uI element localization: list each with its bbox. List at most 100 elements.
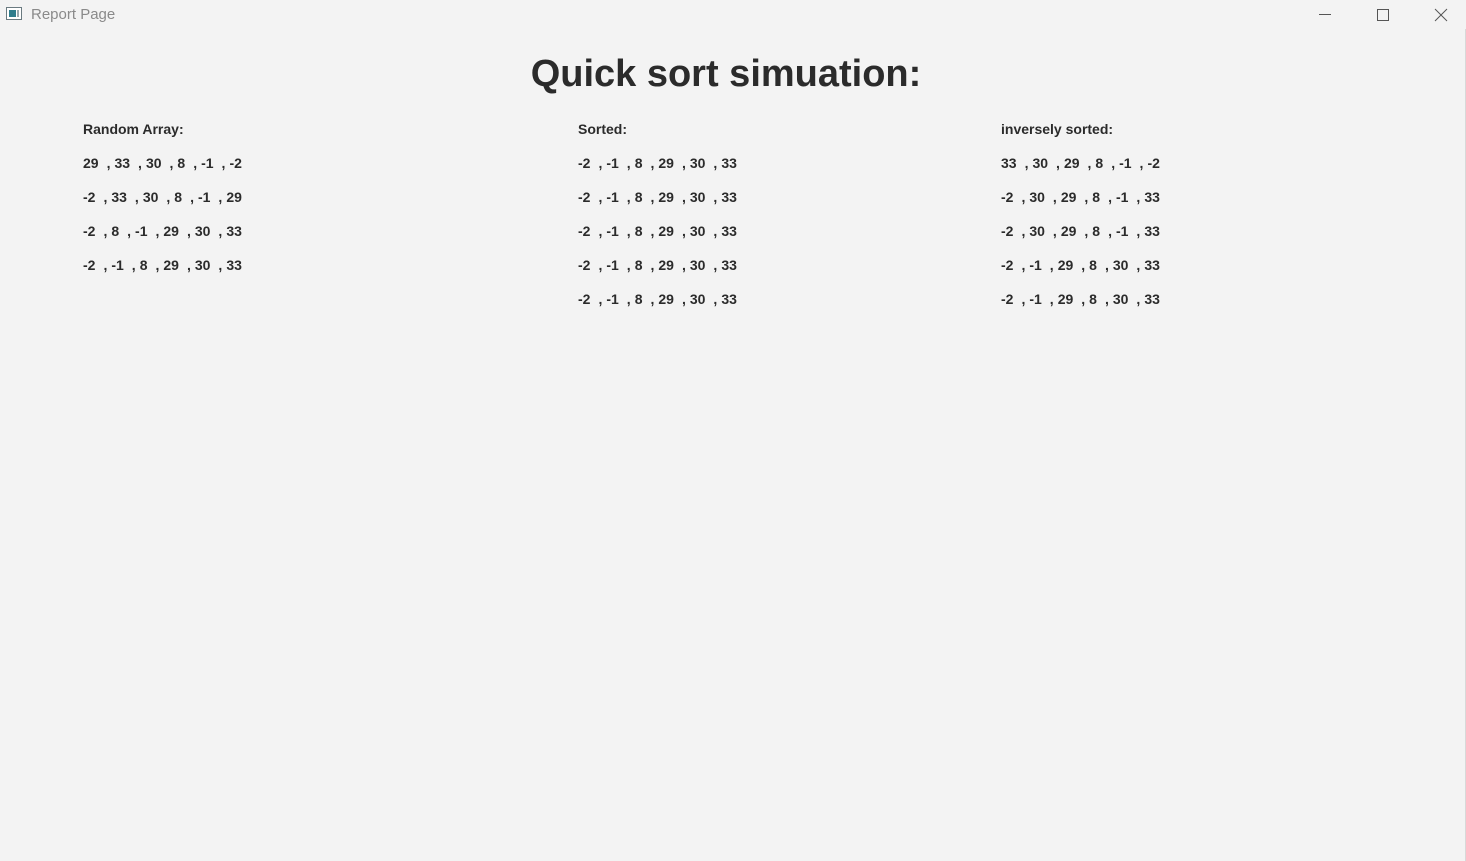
title-bar[interactable]: Report Page (0, 0, 1466, 29)
sorted-column: Sorted: -2, -1, 8, 29, 30, 33 -2, -1, 8, 29, 30, 33… (578, 120, 737, 324)
array-row: -2, -1, 29, 8, 30, 33 (1001, 256, 1160, 274)
separator: , (1052, 223, 1057, 239)
array-row: -2, -1, 8, 29, 30, 33 (578, 222, 737, 240)
array-value: -1 (606, 223, 619, 239)
array-value: 30 (1112, 291, 1129, 307)
minimize-button[interactable] (1296, 0, 1354, 29)
separator: , (155, 223, 160, 239)
array-value: 33 (721, 189, 737, 205)
array-value: 33 (226, 223, 242, 239)
separator: , (186, 223, 191, 239)
separator: , (106, 155, 111, 171)
app-icon (6, 7, 22, 20)
array-value: -1 (197, 189, 211, 205)
random-array-rows: 29, 33, 30, 8, -1, -2 -2, 33, 30, 8, -1, 29 -2, 8, -1,… (83, 154, 242, 274)
separator: , (598, 155, 603, 171)
separator: , (127, 223, 132, 239)
array-value: -2 (578, 189, 591, 205)
array-value: 29 (1057, 257, 1074, 273)
array-value: 8 (1092, 223, 1101, 239)
array-value: -1 (1115, 189, 1129, 205)
separator: , (103, 223, 108, 239)
separator: , (681, 223, 686, 239)
array-value: 8 (634, 223, 643, 239)
array-value: -1 (606, 189, 619, 205)
array-value: 29 (658, 189, 674, 205)
array-value: -1 (1029, 257, 1042, 273)
array-value: 29 (163, 257, 179, 273)
array-value: -2 (578, 155, 591, 171)
array-row: -2, -1, 29, 8, 30, 33 (1001, 290, 1160, 308)
array-value: -2 (83, 257, 96, 273)
separator: , (1136, 189, 1141, 205)
separator: , (1136, 291, 1141, 307)
array-value: 29 (658, 155, 674, 171)
array-row: -2, -1, 8, 29, 30, 33 (83, 256, 242, 274)
separator: , (650, 257, 655, 273)
separator: , (713, 257, 718, 273)
array-value: -2 (1001, 291, 1014, 307)
array-value: 30 (689, 257, 706, 273)
separator: , (193, 155, 198, 171)
maximize-button[interactable] (1354, 0, 1412, 29)
array-value: 30 (194, 257, 211, 273)
random-array-column: Random Array: 29, 33, 30, 8, -1, -2 -2, 33, 30, 8… (83, 120, 242, 290)
separator: , (138, 155, 142, 171)
array-value: -1 (1119, 155, 1132, 171)
sorted-rows: -2, -1, 8, 29, 30, 33 -2, -1, 8, 29, 30, 33 -2, -1, 8,… (578, 154, 737, 308)
separator: , (1021, 257, 1026, 273)
random-array-heading: Random Array: (83, 121, 184, 137)
array-value: -2 (83, 223, 96, 239)
separator: , (1108, 223, 1112, 239)
array-value: 8 (174, 189, 183, 205)
array-value: 29 (658, 291, 674, 307)
array-value: 30 (194, 223, 211, 239)
separator: , (1021, 189, 1026, 205)
separator: , (598, 257, 603, 273)
separator: , (103, 257, 108, 273)
sorted-heading: Sorted: (578, 121, 627, 137)
array-value: 8 (1095, 155, 1104, 171)
array-value: 33 (1001, 155, 1017, 171)
page-title: Quick sort simuation: (530, 53, 922, 95)
separator: , (681, 257, 686, 273)
minimize-icon (1319, 14, 1331, 15)
array-value: 29 (226, 189, 242, 205)
separator: , (626, 189, 631, 205)
array-value: -1 (606, 291, 619, 307)
array-value: -2 (578, 223, 591, 239)
close-icon (1434, 8, 1448, 22)
separator: , (650, 155, 655, 171)
array-value: 30 (1029, 223, 1045, 239)
array-value: 30 (1112, 257, 1129, 273)
separator: , (1104, 291, 1109, 307)
separator: , (626, 155, 631, 171)
array-value: 29 (1057, 291, 1074, 307)
array-value: 30 (145, 155, 162, 171)
array-row: -2, 8, -1, 29, 30, 33 (83, 222, 242, 240)
window-title: Report Page (31, 6, 116, 23)
array-value: 29 (658, 257, 674, 273)
array-value: 29 (658, 223, 674, 239)
array-row: -2, 30, 29, 8, -1, 33 (1001, 188, 1160, 206)
array-value: 29 (1060, 189, 1077, 205)
close-button[interactable] (1412, 0, 1466, 29)
separator: , (218, 223, 223, 239)
separator: , (650, 291, 655, 307)
array-value: -2 (1001, 223, 1014, 239)
inversely-sorted-rows: 33, 30, 29, 8, -1, -2 -2, 30, 29, 8, -1, 33 -2, 30, 29… (1001, 154, 1160, 308)
array-value: 8 (634, 189, 643, 205)
separator: , (598, 291, 603, 307)
separator: , (190, 189, 194, 205)
array-value: 33 (226, 257, 242, 273)
array-value: -2 (1147, 155, 1160, 171)
array-value: 33 (1144, 291, 1160, 307)
array-value: 8 (634, 257, 643, 273)
array-value: 33 (721, 291, 737, 307)
array-value: 33 (721, 257, 737, 273)
separator: , (1081, 291, 1086, 307)
array-value: 33 (1144, 189, 1160, 205)
separator: , (166, 189, 171, 205)
separator: , (218, 189, 223, 205)
array-value: 8 (177, 155, 186, 171)
